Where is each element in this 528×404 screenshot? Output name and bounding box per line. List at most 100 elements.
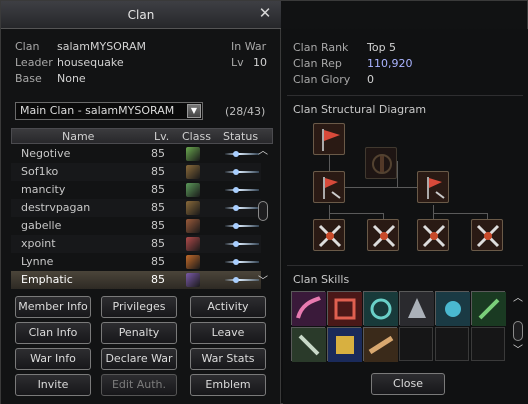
invite-button[interactable]: Invite [15, 374, 91, 396]
class-icon [186, 165, 200, 179]
member-level: 85 [151, 255, 165, 268]
online-status-icon [225, 169, 259, 175]
member-row[interactable]: xpoint 85 [11, 235, 261, 253]
online-status-icon [225, 241, 259, 247]
edit-auth-button[interactable]: Edit Auth. [101, 374, 177, 396]
window-title: Clan [127, 8, 155, 22]
divider [287, 265, 523, 266]
class-icon [186, 237, 200, 251]
order-knight-1-icon[interactable] [313, 219, 345, 251]
member-level: 85 [151, 165, 165, 178]
penalty-button[interactable]: Penalty [101, 322, 177, 344]
member-level: 85 [151, 201, 165, 214]
clan-skill-icon[interactable] [327, 291, 362, 326]
leave-button[interactable]: Leave [190, 322, 266, 344]
activity-button[interactable]: Activity [190, 296, 266, 318]
clan-level: 10 [253, 56, 267, 69]
base-label: Base [15, 72, 42, 85]
war-status: In War [231, 40, 267, 53]
rank-value: Top 5 [367, 41, 397, 54]
member-name: Sof1ko [21, 165, 59, 178]
rep-value: 110,920 [367, 57, 413, 70]
royal-guard-1-icon[interactable] [313, 171, 345, 203]
scroll-up-icon[interactable]: ︿ [256, 146, 270, 158]
member-name: mancity [21, 183, 66, 196]
column-status[interactable]: Status [223, 130, 258, 143]
member-row[interactable]: mancity 85 [11, 181, 261, 199]
close-button[interactable]: Close [371, 373, 445, 395]
member-level: 85 [151, 147, 165, 160]
class-icon [186, 273, 200, 287]
order-knight-4-icon[interactable] [471, 219, 503, 251]
order-knight-2-icon[interactable] [367, 219, 399, 251]
clan-skill-icon[interactable] [471, 291, 506, 326]
member-table-header: Name Lv. Class Status [11, 128, 273, 144]
member-level: 85 [151, 183, 165, 196]
war-info-button[interactable]: War Info [15, 348, 91, 370]
member-name: Lynne [21, 255, 54, 268]
royal-guard-2-icon[interactable] [417, 171, 449, 203]
clan-label: Clan [15, 40, 40, 53]
class-icon [186, 183, 200, 197]
member-row[interactable]: gabelle 85 [11, 217, 261, 235]
leader-name: housequake [57, 56, 124, 69]
empty-skill-slot [399, 327, 433, 361]
clan-skill-icon[interactable] [399, 291, 434, 326]
clan-skill-icon[interactable] [363, 327, 398, 362]
member-name: destrvpagan [21, 201, 91, 214]
member-row[interactable]: Negotive 85 [11, 145, 261, 163]
clan-window: Clan ✕ Clan salamMYSORAM In War Leader h… [0, 0, 528, 404]
clan-unit-select[interactable]: Main Clan - salamMYSORAM ▼ [15, 102, 203, 120]
glory-value: 0 [367, 73, 374, 86]
member-name: Negotive [21, 147, 71, 160]
diagram-title: Clan Structural Diagram [293, 103, 427, 116]
member-row[interactable]: Lynne 85 [11, 253, 261, 271]
member-name: gabelle [21, 219, 62, 232]
war-stats-button[interactable]: War Stats [190, 348, 266, 370]
rep-label: Clan Rep [293, 57, 342, 70]
member-list-scrollbar[interactable]: ︿ ﹀ [256, 145, 270, 289]
scroll-up-icon[interactable]: ︿ [511, 293, 525, 305]
member-row[interactable]: destrvpagan 85 [11, 199, 261, 217]
clan-info-button[interactable]: Clan Info [15, 322, 91, 344]
class-icon [186, 147, 200, 161]
online-status-icon [225, 151, 259, 157]
clan-skill-icon[interactable] [327, 327, 362, 362]
member-name: Emphatic [21, 273, 73, 286]
online-status-icon [225, 259, 259, 265]
clan-skill-icon[interactable] [435, 291, 470, 326]
member-row[interactable]: Sof1ko 85 [11, 163, 261, 181]
diagram-line [433, 213, 487, 214]
leader-label: Leader [15, 56, 53, 69]
royal-guard-flag-icon[interactable] [365, 147, 397, 179]
main-clan-flag-icon[interactable] [313, 123, 345, 155]
diagram-line [329, 205, 330, 219]
clan-unit-select-value: Main Clan - salamMYSORAM [20, 104, 175, 117]
title-bar[interactable]: Clan ✕ [1, 1, 281, 29]
member-level: 85 [151, 219, 165, 232]
column-class[interactable]: Class [182, 130, 211, 143]
scroll-down-icon[interactable]: ﹀ [511, 345, 525, 357]
dropdown-arrow-icon[interactable]: ▼ [187, 104, 201, 118]
privileges-button[interactable]: Privileges [101, 296, 177, 318]
online-status-icon [225, 223, 259, 229]
diagram-line [329, 213, 383, 214]
clan-skill-icon[interactable] [291, 291, 326, 326]
scroll-thumb[interactable] [513, 321, 523, 341]
close-icon[interactable]: ✕ [257, 5, 273, 21]
declare-war-button[interactable]: Declare War [101, 348, 177, 370]
emblem-button[interactable]: Emblem [190, 374, 266, 396]
lv-label: Lv [231, 56, 244, 69]
column-name[interactable]: Name [62, 130, 94, 143]
member-row[interactable]: Emphatic 85 [11, 271, 261, 289]
scroll-thumb[interactable] [258, 201, 268, 221]
skills-scrollbar[interactable]: ︿ ﹀ [511, 293, 525, 357]
online-status-icon [225, 205, 259, 211]
base-value: None [57, 72, 86, 85]
column-level[interactable]: Lv. [154, 130, 169, 143]
clan-skill-icon[interactable] [291, 327, 326, 362]
member-info-button[interactable]: Member Info [15, 296, 91, 318]
order-knight-3-icon[interactable] [417, 219, 449, 251]
clan-skill-icon[interactable] [363, 291, 398, 326]
scroll-down-icon[interactable]: ﹀ [256, 276, 270, 288]
